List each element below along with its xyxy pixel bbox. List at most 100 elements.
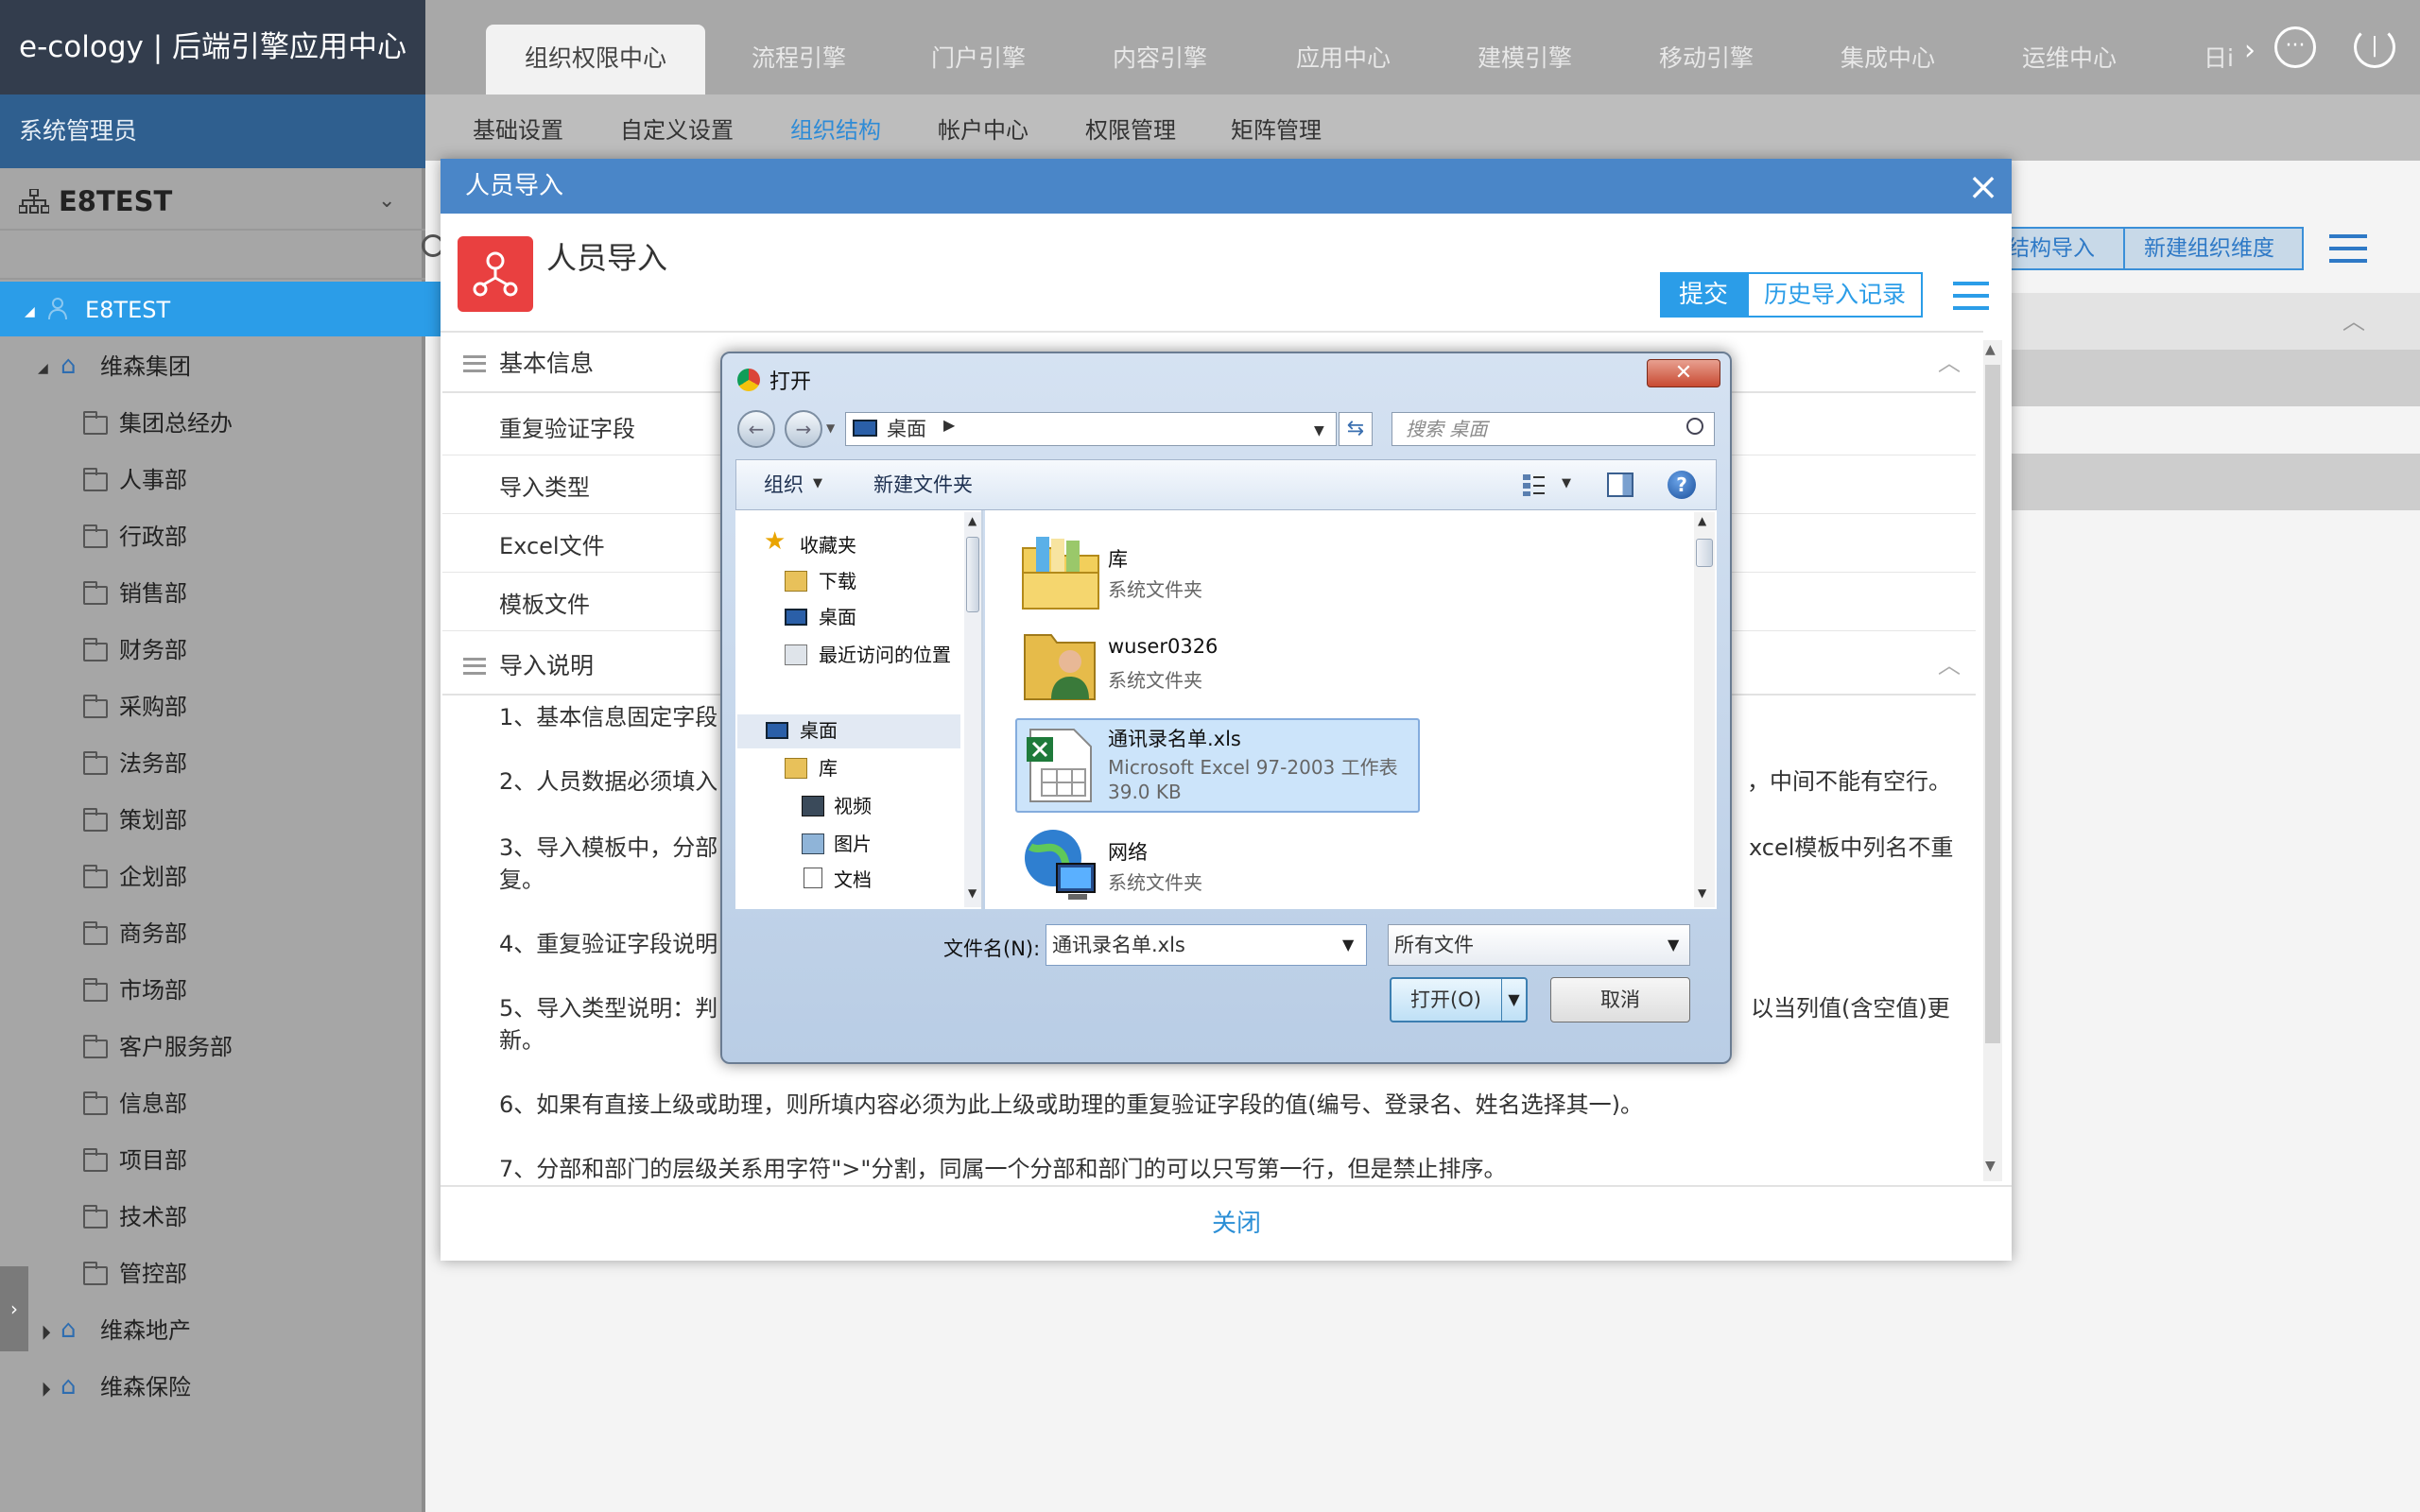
forward-icon[interactable]: → [785,410,822,448]
preview-pane-icon[interactable] [1607,472,1634,497]
tree-search-input[interactable] [0,231,425,280]
cancel-button[interactable]: 取消 [1550,977,1690,1022]
tab-integration[interactable]: 集成中心 [1817,0,1959,94]
nav-downloads[interactable]: 下载 [819,563,856,599]
scroll-up-icon[interactable]: ▲ [1985,342,1996,357]
tree-dept-item[interactable]: 法务部 [119,735,187,792]
nav-scroll-thumb[interactable] [966,537,979,612]
tab-content[interactable]: 内容引擎 [1089,0,1231,94]
tree-dept-item[interactable]: 客户服务部 [119,1019,233,1075]
tree-group-insurance[interactable]: 维森保险 [100,1359,191,1416]
file-name[interactable]: 网络 [1108,837,1148,866]
file-name[interactable]: wuser0326 [1108,635,1218,658]
tree-dept-item[interactable]: 人事部 [119,452,187,508]
tree-group-realestate[interactable]: 维森地产 [100,1302,191,1359]
chevron-up-icon[interactable]: ︿ [1938,344,1961,377]
power-icon[interactable]: | [2354,26,2395,68]
file-name[interactable]: 通讯录名单.xls [1108,724,1241,752]
tree-dept-item[interactable]: 销售部 [119,565,187,622]
tree-dept-item[interactable]: 策划部 [119,792,187,849]
subnav-basic-settings[interactable]: 基础设置 [473,94,563,161]
tree-dept-item[interactable]: 财务部 [119,622,187,679]
scroll-down-icon[interactable]: ▼ [1985,1159,1996,1174]
chevron-right-icon[interactable]: › [2244,34,2256,67]
sidebar-collapse-handle[interactable]: › [0,1266,28,1351]
breadcrumb-arrow-icon[interactable]: ▶ [943,416,955,434]
tree-root[interactable]: E8TEST [85,282,170,338]
dropdown-icon[interactable]: ▼ [1668,936,1679,954]
chevron-up-icon[interactable]: ︿ [1938,646,1961,679]
chevron-up-icon[interactable]: ︿ [2342,302,2365,335]
scroll-up-icon[interactable]: ▲ [968,514,977,527]
submit-button[interactable]: 提交 [1660,272,1747,318]
menu-icon[interactable] [1953,282,1989,310]
tree-group[interactable]: 维森集团 [100,338,191,395]
file-scrollbar[interactable] [1694,512,1715,907]
close-icon[interactable]: × [1964,168,2002,206]
tab-ops[interactable]: 运维中心 [1998,0,2140,94]
tree-dept-item[interactable]: 管控部 [119,1246,187,1302]
open-split-dropdown-icon[interactable]: ▼ [1501,979,1526,1021]
subnav-permission[interactable]: 权限管理 [1085,94,1176,161]
file-name[interactable]: 库 [1108,544,1128,573]
nav-favorites[interactable]: 收藏夹 [800,527,856,563]
list-icon[interactable] [2329,234,2367,265]
tab-modeling[interactable]: 建模引擎 [1454,0,1596,94]
search-icon[interactable] [1686,418,1703,435]
refresh-icon[interactable]: ⇆ [1339,412,1373,446]
chevron-down-icon[interactable]: ⌄ [378,189,395,213]
nav-videos[interactable]: 视频 [834,788,872,824]
scroll-down-icon[interactable]: ▼ [1698,886,1706,900]
tree-dept-item[interactable]: 商务部 [119,905,187,962]
filename-input[interactable]: 通讯录名单.xls [1046,924,1367,966]
organize-button[interactable]: 组织 [764,459,804,510]
history-button[interactable]: 历史导入记录 [1747,272,1923,318]
tree-dept-item[interactable]: 行政部 [119,508,187,565]
tree-dept-item[interactable]: 技术部 [119,1189,187,1246]
nav-recent[interactable]: 最近访问的位置 [819,637,951,673]
nav-desktop[interactable]: 桌面 [819,599,856,635]
tab-app-center[interactable]: 应用中心 [1272,0,1414,94]
new-folder-button[interactable]: 新建文件夹 [873,459,973,510]
subnav-org-structure[interactable]: 组织结构 [790,94,881,161]
modal-scroll-thumb[interactable] [1985,365,2000,1043]
address-dropdown-icon[interactable]: ▼ [1314,423,1324,438]
more-icon[interactable]: ··· [2274,26,2316,68]
subnav-custom-settings[interactable]: 自定义设置 [620,94,734,161]
caret-down-icon[interactable]: ◢ [38,361,48,376]
tree-dept-item[interactable]: 采购部 [119,679,187,735]
org-select[interactable]: E8TEST [0,168,425,231]
tree-dept-item[interactable]: 信息部 [119,1075,187,1132]
tree-dept-item[interactable]: 集团总经办 [119,395,233,452]
dropdown-icon[interactable]: ▼ [1562,476,1571,490]
dropdown-icon[interactable]: ▼ [813,476,822,490]
new-org-dimension-button[interactable]: 新建组织维度 [2144,227,2274,270]
nav-documents[interactable]: 文档 [834,862,872,898]
tree-dept-item[interactable]: 市场部 [119,962,187,1019]
view-options-icon[interactable] [1522,472,1547,497]
nav-library[interactable]: 库 [819,750,838,786]
scroll-up-icon[interactable]: ▲ [1698,514,1706,527]
structure-import-button[interactable]: 结构导入 [2008,227,2095,270]
subnav-matrix[interactable]: 矩阵管理 [1231,94,1322,161]
dialog-close-button[interactable]: ✕ [1647,359,1720,387]
nav-pictures[interactable]: 图片 [834,826,872,862]
close-button[interactable]: 关闭 [1212,1204,1261,1239]
tab-mobile[interactable]: 移动引擎 [1635,0,1777,94]
dialog-search-input[interactable]: 搜索 桌面 [1392,412,1715,446]
back-icon[interactable]: ← [737,410,775,448]
caret-down-icon[interactable]: ◢ [25,304,35,319]
tab-workflow[interactable]: 流程引擎 [728,0,870,94]
help-icon[interactable]: ? [1668,471,1696,499]
scroll-down-icon[interactable]: ▼ [968,886,977,900]
filetype-select[interactable]: 所有文件 [1388,924,1690,966]
dropdown-icon[interactable]: ▼ [1342,936,1354,954]
nav-desktop-root[interactable]: 桌面 [800,713,838,748]
history-dropdown-icon[interactable]: ▼ [826,421,835,435]
tab-more[interactable]: 日i [2195,0,2242,94]
tab-org-permission[interactable]: 组织权限中心 [486,25,705,94]
tab-portal[interactable]: 门户引擎 [908,0,1049,94]
subnav-account-center[interactable]: 帐户中心 [938,94,1028,161]
tree-dept-item[interactable]: 企划部 [119,849,187,905]
file-scroll-thumb[interactable] [1696,539,1713,567]
